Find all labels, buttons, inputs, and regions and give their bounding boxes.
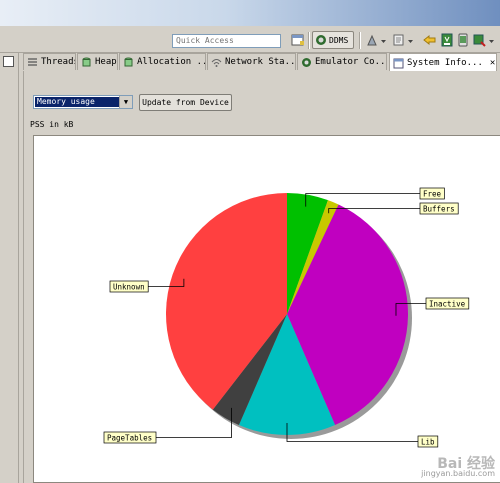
tab-heap[interactable]: Heap	[77, 53, 118, 70]
avd-manager-icon[interactable]	[456, 33, 470, 47]
system-info-icon	[393, 58, 404, 68]
open-perspective-icon[interactable]	[291, 33, 305, 47]
android-icon	[316, 35, 326, 45]
run-icon[interactable]	[392, 33, 406, 47]
info-type-dropdown[interactable]: Memory usage ▼	[33, 95, 133, 109]
tab-label: Allocation ...	[137, 57, 206, 67]
sdk-manager-icon[interactable]	[440, 33, 454, 47]
pss-unit-label: PSS in kB	[30, 120, 74, 129]
network-icon	[211, 58, 222, 67]
tab-label: Threads	[41, 57, 76, 67]
tab-label: Network Sta...	[225, 57, 296, 67]
memory-pie-chart: Free Buffers Inactive Lib PageTables Unknown	[33, 135, 500, 483]
threads-icon	[28, 57, 37, 66]
ddms-label: DDMS	[329, 35, 349, 45]
watermark-line2: jingyan.baidu.com	[421, 469, 495, 478]
tab-threads[interactable]: Threads	[23, 53, 76, 70]
watermark-line1: Bai 经验	[437, 456, 495, 472]
tab-label: System Info...	[407, 58, 483, 68]
window-titlebar	[0, 0, 500, 26]
callout-label-buffers: Buffers	[423, 205, 455, 214]
dropdown-selected-value: Memory usage	[35, 97, 121, 107]
callout-label-pagetables: PageTables	[107, 434, 152, 443]
tab-label: Heap	[95, 57, 117, 67]
tab-label: Emulator Co...	[315, 57, 387, 67]
debug-icon[interactable]	[365, 33, 379, 47]
tab-emulator-control[interactable]: Emulator Co...	[297, 53, 387, 70]
chevron-down-icon[interactable]	[380, 35, 387, 49]
external-tools-icon[interactable]	[423, 33, 437, 47]
ddms-perspective-button[interactable]: DDMS	[312, 31, 354, 49]
callout-label-lib: Lib	[421, 438, 435, 447]
chevron-down-icon[interactable]	[488, 35, 495, 49]
chevron-down-icon[interactable]: ▼	[119, 96, 132, 108]
toolbar-separator	[359, 32, 361, 49]
android-device-icon[interactable]	[472, 33, 486, 47]
tab-network-statistics[interactable]: Network Sta...	[207, 53, 296, 70]
update-from-device-button[interactable]: Update from Device	[139, 94, 232, 111]
quick-access-input[interactable]	[172, 34, 281, 48]
callout-label-inactive: Inactive	[429, 300, 466, 309]
toolbar-separator	[308, 32, 310, 49]
watermark: Bai 经验 jingyan.baidu.com	[421, 456, 495, 479]
callout-label-unknown: Unknown	[113, 283, 145, 292]
heap-icon	[82, 57, 91, 66]
callout-label-free: Free	[423, 190, 442, 199]
tab-allocation[interactable]: Allocation ...	[119, 53, 206, 70]
restore-view-icon[interactable]	[3, 56, 14, 67]
close-icon[interactable]: ✕	[490, 58, 495, 68]
chevron-down-icon[interactable]	[407, 35, 414, 49]
system-information-view: Memory usage ▼ Update from Device PSS in…	[23, 71, 500, 483]
tab-system-information[interactable]: System Info... ✕	[389, 53, 497, 72]
pie-chart-svg: Free Buffers Inactive Lib PageTables Unknown	[103, 187, 470, 448]
main-toolbar: DDMS	[0, 26, 500, 53]
left-minimized-panel	[0, 53, 19, 483]
allocation-icon	[124, 57, 133, 66]
emulator-icon	[302, 57, 311, 67]
